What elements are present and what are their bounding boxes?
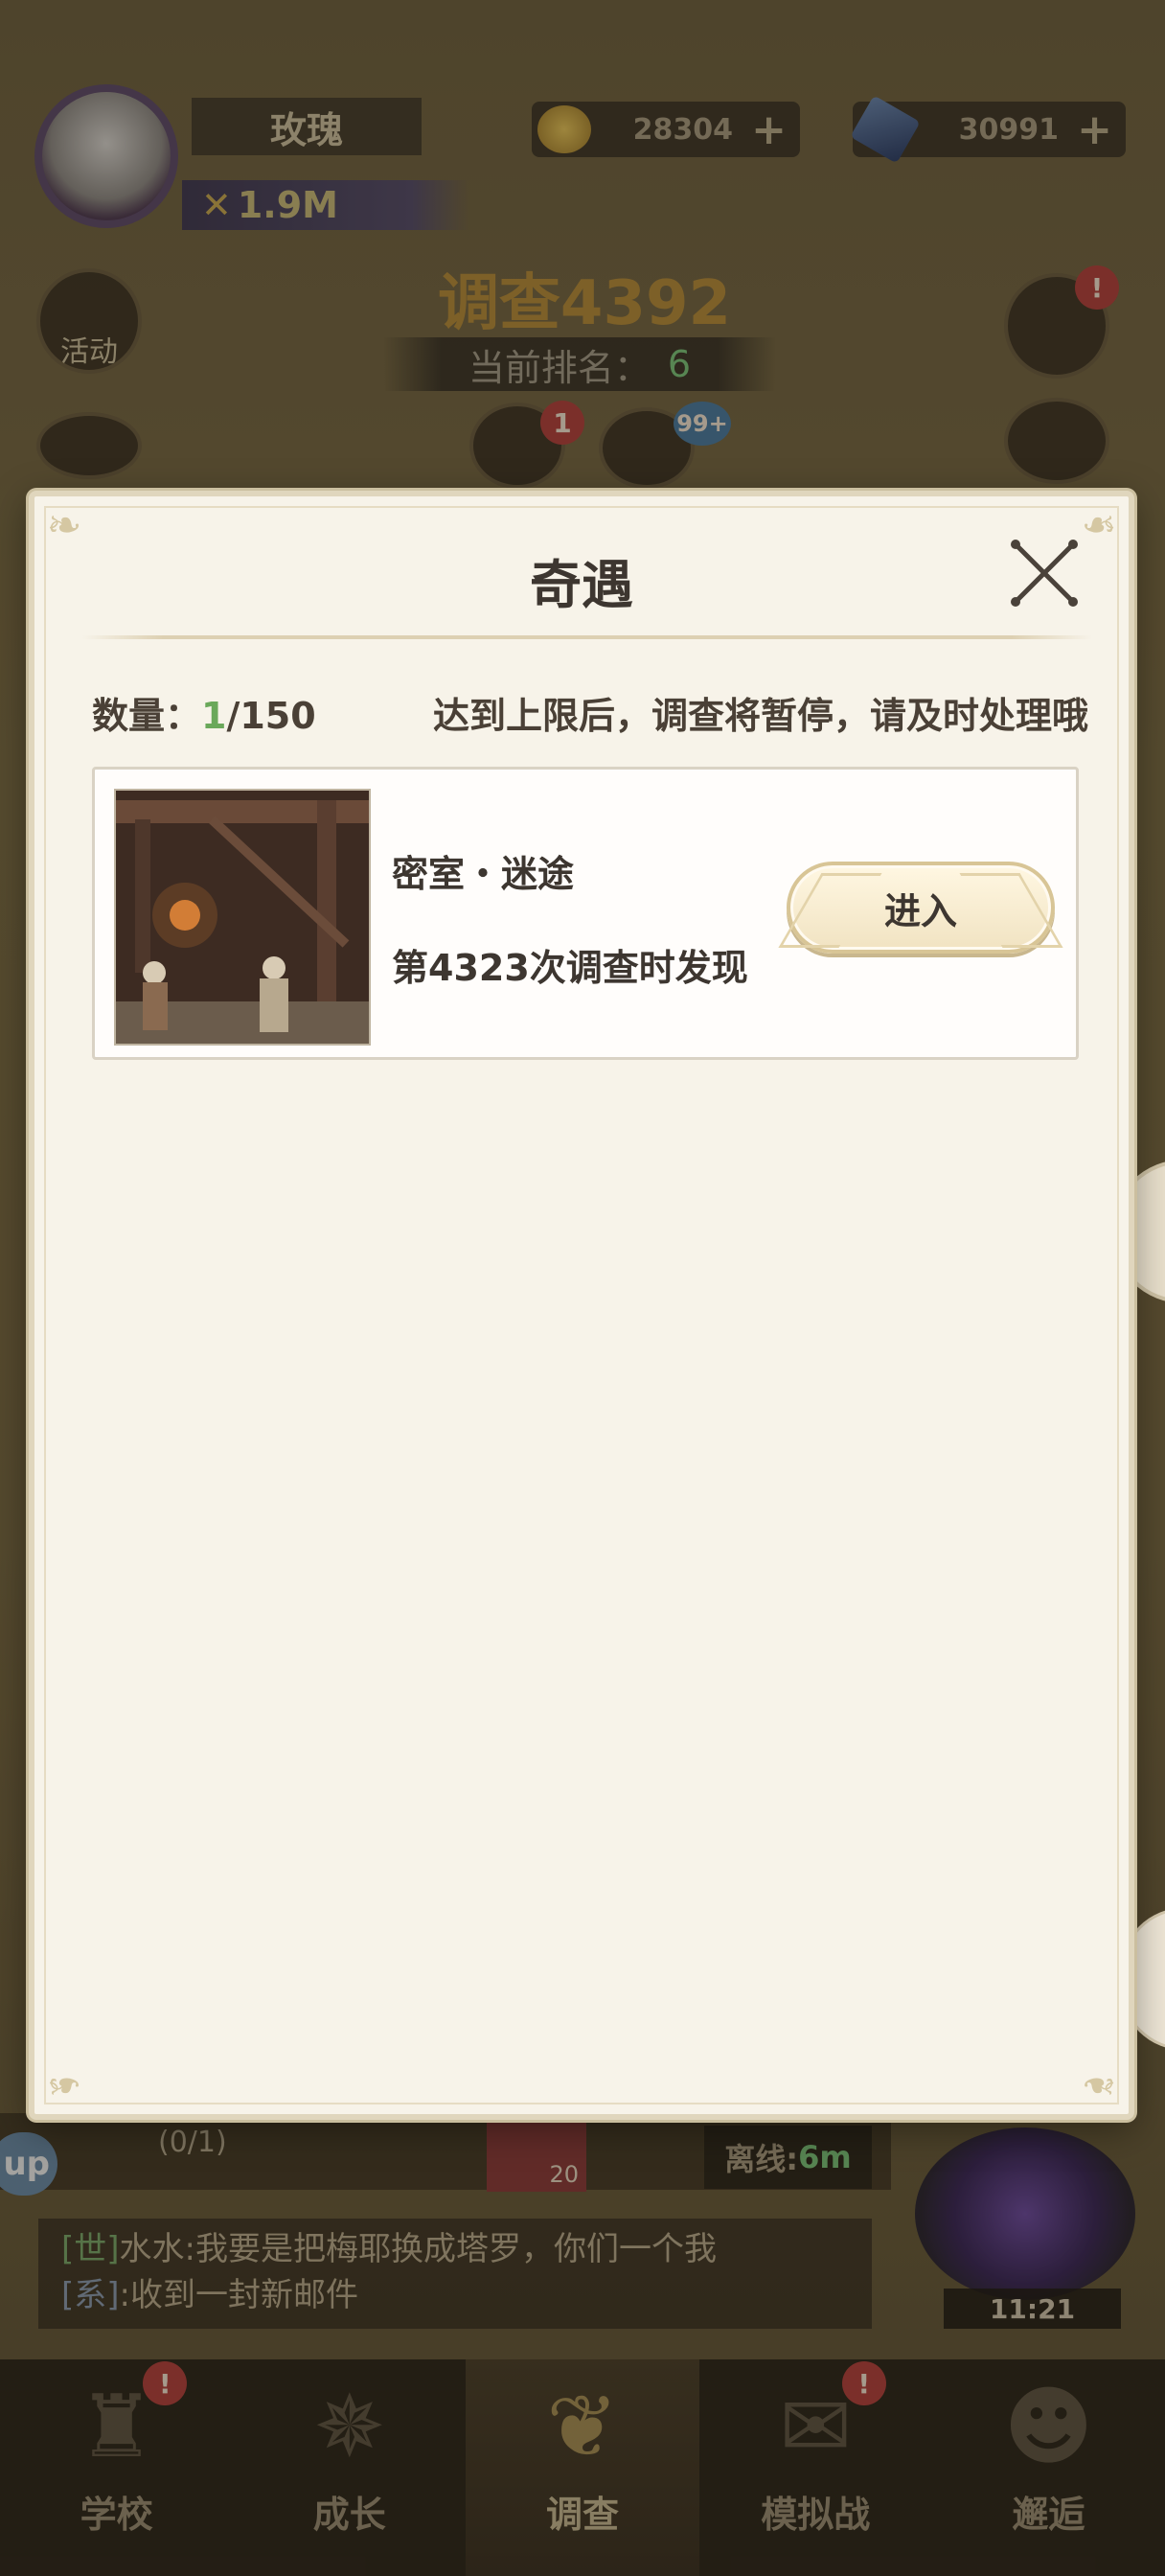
event-name: 密室・迷途 [392,853,575,895]
count-total: /150 [226,695,316,737]
enter-button[interactable]: 进入 [787,862,1055,954]
limit-notice: 达到上限后，调查将暂停，请及时处理哦 [432,695,1088,737]
count-current: 1 [201,695,227,737]
modal-frame [44,506,1119,2104]
close-button[interactable] [1006,535,1083,611]
encounter-modal: ❧ ❧ ❧ ❧ 奇遇 数量：1/150 达到上限后，调查将暂停，请及时处理哦 密… [29,491,1134,2120]
title-divider [82,635,1092,639]
corner-ornament-icon: ❧ [46,2060,82,2109]
corner-ornament-icon: ❧ [1081,2060,1117,2109]
close-icon [1011,540,1078,607]
event-card: 密室・迷途 第4323次调查时发现 进入 [92,767,1079,1060]
event-thumbnail [114,789,371,1046]
encounter-count: 数量：1/150 [92,686,316,739]
modal-title: 奇遇 [530,555,633,615]
count-label: 数量： [92,695,202,737]
event-found-note: 第4323次调查时发现 [392,947,748,989]
count-row: 数量：1/150 达到上限后，调查将暂停，请及时处理哦 [92,686,1088,739]
mine-scene-image [116,791,369,1044]
